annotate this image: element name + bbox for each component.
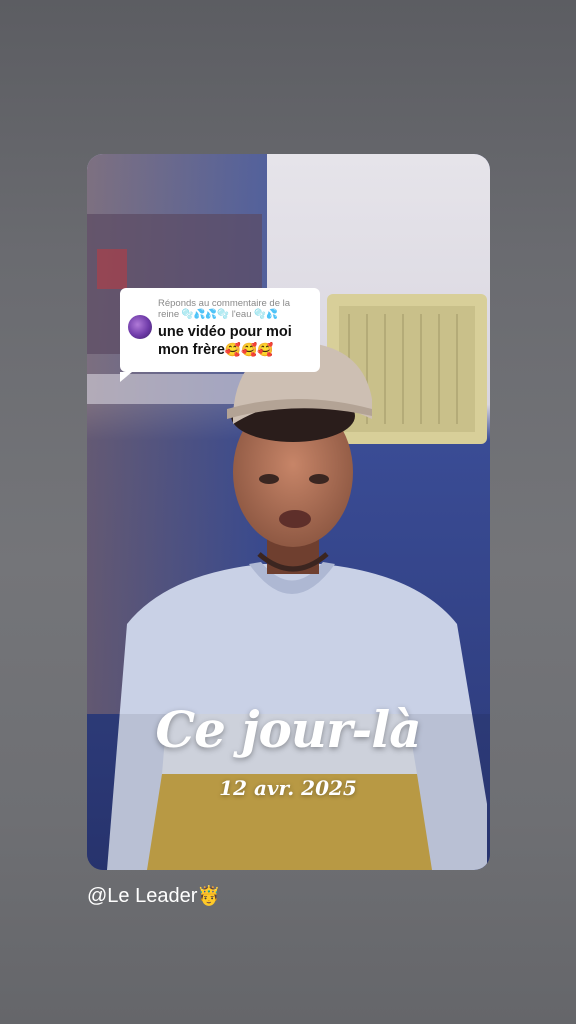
comment-reply-sticker[interactable]: Réponds au commentaire de la reine 🫧💦💦🫧 …	[120, 288, 320, 382]
author-handle-row[interactable]: @Le Leader🤴	[87, 884, 221, 908]
crown-emoji-icon: 🤴	[197, 886, 222, 907]
memory-date: 12 avr. 2025	[219, 776, 357, 800]
commenter-avatar	[128, 315, 152, 339]
reply-body: une vidéo pour moi mon frère🥰🥰🥰	[128, 315, 310, 359]
author-handle[interactable]: @Le Leader	[87, 885, 197, 907]
reply-header-line: Réponds au commentaire de la	[158, 298, 291, 309]
reply-header: Réponds au commentaire de la reine 🫧💦💦🫧 …	[158, 298, 310, 320]
smiling-hearts-emoji: 🥰🥰🥰	[224, 342, 274, 357]
reply-comment-text: une vidéo pour moi mon frère🥰🥰🥰	[158, 323, 292, 359]
story-video[interactable]	[87, 154, 490, 870]
reply-text-line: une vidéo pour moi	[158, 324, 292, 340]
reply-text-part: mon frère	[158, 342, 225, 358]
reply-header-line: reine 🫧💦💦🫧 l'eau 🫧💦	[158, 309, 278, 320]
reply-text-line: mon frère🥰🥰🥰	[158, 341, 292, 359]
video-frame	[87, 154, 490, 870]
memory-title: Ce jour-là	[155, 700, 421, 759]
